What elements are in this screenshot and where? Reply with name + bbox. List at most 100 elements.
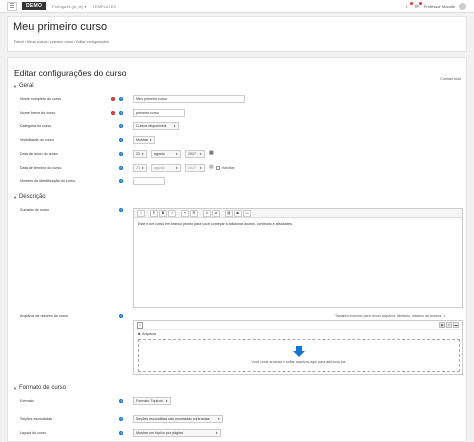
help-icon[interactable]: ? <box>119 152 123 156</box>
help-icon[interactable]: ? <box>119 417 123 421</box>
download-arrow-icon <box>293 346 305 357</box>
calendar-icon[interactable]: ▦ <box>209 150 214 156</box>
avatar[interactable] <box>459 2 466 10</box>
help-icon[interactable]: ? <box>119 166 123 170</box>
drop-zone[interactable]: Você pode arrastar e soltar arquivos aqu… <box>138 339 460 372</box>
dropdown-arrow-icon: ⬍ <box>217 417 220 421</box>
files-label: Arquivos de resumo do curso <box>20 314 68 318</box>
section-description-toggle[interactable]: ▼ Descrição <box>13 194 46 200</box>
italic-icon[interactable]: I <box>168 209 176 217</box>
enable-end-date-checkbox[interactable]: Habilitar <box>216 166 235 170</box>
short-name-label: Nome breve do curso <box>20 111 56 115</box>
layout-select[interactable]: Mostrar um tópico por página ⬍ <box>133 429 221 437</box>
unlink-icon[interactable]: ⊘ <box>212 209 220 217</box>
user-name[interactable]: Professor Moodle <box>424 4 455 9</box>
start-month-value: agosto <box>154 152 165 156</box>
start-year-select[interactable]: 2017 ⬍ <box>185 150 205 158</box>
calendar-icon[interactable]: ▦ <box>209 164 214 170</box>
start-day-select[interactable]: 23 ⬍ <box>133 150 147 158</box>
tree-view-icon[interactable]: ▬ <box>453 322 459 328</box>
top-navbar: ☰ DEMO Português ‎(pt_br)‎ ▾ TEMPLATES ♪… <box>0 0 474 13</box>
end-month-value: agosto <box>154 166 165 170</box>
breadcrumb-item[interactable]: primeiro curso <box>50 40 73 44</box>
dropdown-arrow-icon: ⬍ <box>141 152 144 156</box>
language-menu[interactable]: Português ‎(pt_br)‎ ▾ <box>52 4 86 9</box>
dropdown-arrow-icon: ⬍ <box>175 152 178 156</box>
summary-editor[interactable]: i ¶ B I ≡ ☰ ∞ ⊘ ▨ ▶ ▭ Este é um curso em… <box>133 208 463 308</box>
end-day-select[interactable]: 23 ⬍ <box>133 164 147 172</box>
required-icon: ! <box>111 111 115 115</box>
link-icon[interactable]: ∞ <box>203 209 211 217</box>
help-icon[interactable]: ? <box>119 111 123 115</box>
full-name-label: Nome completo do curso <box>20 97 61 101</box>
layout-label: Layout do curso <box>20 431 47 435</box>
help-icon[interactable]: ? <box>119 124 123 128</box>
image-icon[interactable]: ▨ <box>225 209 233 217</box>
breadcrumb-item[interactable]: Meus cursos <box>27 40 47 44</box>
visibility-select[interactable]: Mostrar ⬍ <box>133 136 155 144</box>
message-badge <box>418 1 422 5</box>
layout-value: Mostrar um tópico por página <box>136 431 183 435</box>
file-manager-toolbar: ▯ ▦ ≡ ▬ <box>134 321 462 330</box>
file-icon[interactable]: ▭ <box>243 209 251 217</box>
message-icon[interactable]: ✉ <box>415 1 422 10</box>
bell-icon[interactable]: ♪ <box>406 1 413 10</box>
editor-content[interactable]: Este é um curso em branco pronto para vo… <box>134 218 462 230</box>
format-value: Formato Tópicos <box>136 399 163 403</box>
file-manager: ▯ ▦ ≡ ▬ ■ Arquivos Você pode arrastar e … <box>133 320 463 375</box>
category-value: Cursos disponíveis <box>136 124 167 128</box>
dropdown-arrow-icon: ⬍ <box>199 166 202 170</box>
end-month-select[interactable]: agosto ⬍ <box>151 164 181 172</box>
info-icon[interactable]: i <box>137 209 145 217</box>
grid-view-icon[interactable]: ▦ <box>439 322 445 328</box>
start-month-select[interactable]: agosto ⬍ <box>151 150 181 158</box>
paragraph-style-icon[interactable]: ¶ <box>150 209 158 217</box>
enable-label: Habilitar <box>221 166 235 170</box>
dropdown-arrow-icon: ⬍ <box>175 166 178 170</box>
add-file-icon[interactable]: ▯ <box>137 321 143 329</box>
list-view-icon[interactable]: ≡ <box>446 322 452 328</box>
main-content: Editar configurações do curso Contrair t… <box>7 57 467 442</box>
help-icon[interactable]: ? <box>119 399 123 403</box>
end-year-value: 2017 <box>188 166 196 170</box>
help-icon[interactable]: ? <box>119 314 123 318</box>
max-size-text: Tamanho máximo para novos arquivos: ilim… <box>335 314 446 318</box>
end-year-select[interactable]: 2017 ⬍ <box>185 164 205 172</box>
help-icon[interactable]: ? <box>119 97 123 101</box>
bold-icon[interactable]: B <box>159 209 167 217</box>
help-icon[interactable]: ? <box>119 208 123 212</box>
numbered-list-icon[interactable]: ☰ <box>190 209 198 217</box>
page-title: Meu primeiro curso <box>13 21 108 33</box>
section-format-toggle[interactable]: ▼ Formato de curso <box>13 385 66 391</box>
section-title: Geral <box>18 83 34 89</box>
end-day-value: 23 <box>136 166 140 170</box>
hidden-sections-select[interactable]: Seções escondidas são mostradas contraíd… <box>133 415 223 423</box>
caret-down-icon: ▼ <box>13 385 17 391</box>
collapse-all-link[interactable]: Contrair tudo <box>440 77 461 81</box>
page-header: Meu primeiro curso Painel / Meus cursos … <box>7 16 467 52</box>
help-icon[interactable]: ? <box>119 138 123 142</box>
hidden-sections-label: Seções escondidas <box>20 417 52 421</box>
help-icon[interactable]: ? <box>119 431 123 435</box>
site-logo[interactable]: DEMO <box>22 2 47 10</box>
media-icon[interactable]: ▶ <box>234 209 242 217</box>
full-name-field[interactable]: Meu primeiro curso <box>133 95 245 103</box>
format-select[interactable]: Formato Tópicos ⬍ <box>133 397 171 405</box>
help-icon[interactable]: ? <box>119 179 123 183</box>
idnumber-field[interactable] <box>133 177 165 185</box>
bullet-list-icon[interactable]: ≡ <box>181 209 189 217</box>
idnumber-label: Número de identificação do curso <box>20 179 75 183</box>
section-title: Formato de curso <box>18 385 66 391</box>
section-general-toggle[interactable]: ▼ Geral <box>13 83 34 89</box>
templates-link[interactable]: TEMPLATES <box>92 4 116 9</box>
file-path: ■ Arquivos <box>134 330 462 338</box>
end-date-label: Data de término do curso <box>20 166 62 170</box>
category-label: Categoria do curso <box>20 124 52 128</box>
breadcrumb-item[interactable]: Painel <box>14 40 24 44</box>
category-select[interactable]: Cursos disponíveis ⬍ <box>133 122 179 130</box>
folder-label[interactable]: Arquivos <box>142 332 156 336</box>
caret-down-icon: ▼ <box>13 83 17 89</box>
short-name-field[interactable]: primeiro curso <box>133 109 185 117</box>
checkbox-box[interactable] <box>216 166 220 170</box>
menu-icon[interactable]: ☰ <box>7 1 17 11</box>
